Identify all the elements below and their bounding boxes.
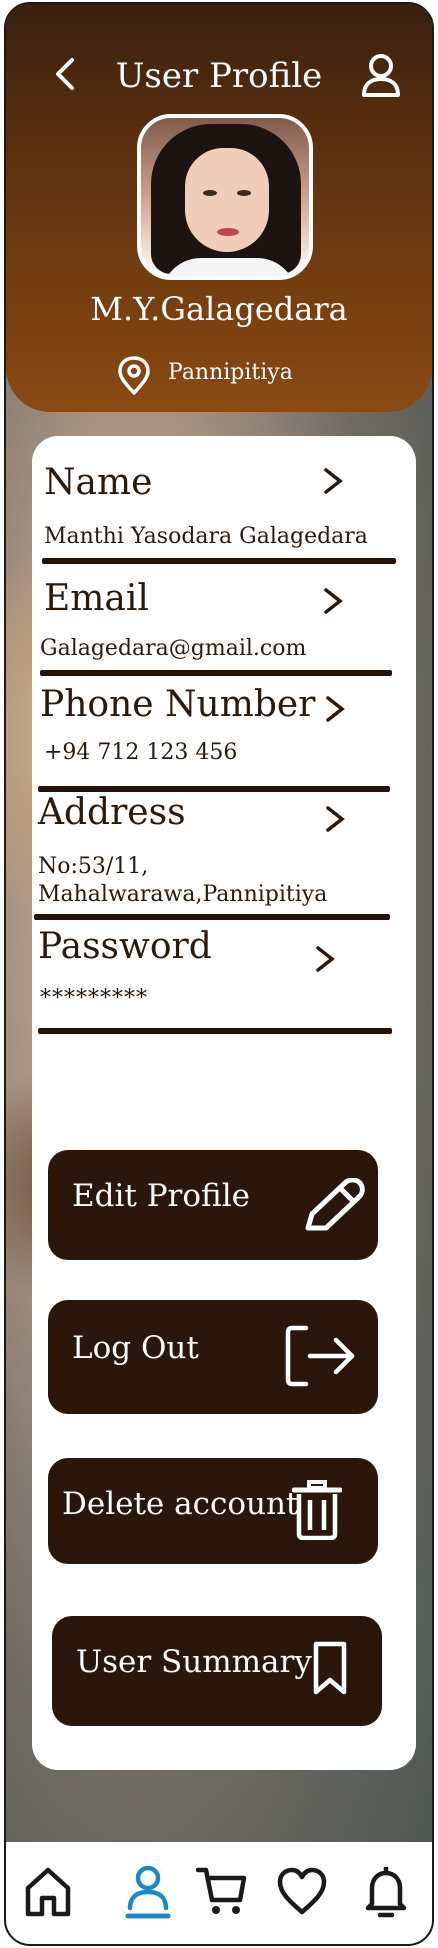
chevron-right-icon <box>326 696 345 722</box>
delete-account-button[interactable]: Delete account <box>48 1458 378 1564</box>
field-label: Password <box>38 926 212 967</box>
trash-icon <box>292 1480 342 1540</box>
avatar-eye <box>203 190 217 196</box>
user-icon[interactable] <box>122 1864 174 1920</box>
profile-header: User Profile M.Y.Galagedara Pannipitiya <box>6 4 432 412</box>
map-pin-icon <box>118 356 150 395</box>
avatar <box>137 114 313 280</box>
cart-icon[interactable] <box>196 1864 248 1920</box>
field-value: Galagedara@gmail.com <box>40 636 307 661</box>
field-email[interactable]: Email Galagedara@gmail.com <box>32 566 416 676</box>
button-label: Log Out <box>72 1330 199 1366</box>
field-phone-number[interactable]: Phone Number +94 712 123 456 <box>32 678 416 788</box>
divider <box>34 914 390 920</box>
button-label: Edit Profile <box>72 1178 250 1214</box>
bookmark-icon <box>313 1641 347 1695</box>
field-label: Address <box>38 792 186 833</box>
chevron-right-icon <box>316 946 335 972</box>
logout-icon <box>285 1325 355 1387</box>
field-label: Name <box>44 462 153 503</box>
location-text: Pannipitiya <box>168 360 293 385</box>
field-password[interactable]: Password ********* <box>32 922 416 1032</box>
home-icon[interactable] <box>22 1864 74 1920</box>
field-label: Phone Number <box>40 684 316 725</box>
button-label: User Summary <box>76 1644 312 1680</box>
app-frame: User Profile M.Y.Galagedara Pannipitiya … <box>4 2 434 1946</box>
pencil-icon <box>305 1178 365 1231</box>
field-address[interactable]: Address No:53/11, Mahalwarawa,Pannipitiy… <box>32 792 416 912</box>
chevron-right-icon <box>324 588 343 614</box>
button-label: Delete account <box>62 1486 299 1522</box>
chevron-right-icon <box>324 468 343 494</box>
heart-icon[interactable] <box>276 1864 328 1920</box>
field-name[interactable]: Name Manthi Yasodara Galagedara <box>32 436 416 566</box>
field-value: ********* <box>40 986 148 1011</box>
log-out-button[interactable]: Log Out <box>48 1300 378 1414</box>
field-value-line2: Mahalwarawa,Pannipitiya <box>38 882 328 907</box>
profile-card: Name Manthi Yasodara Galagedara Email Ga… <box>32 436 416 1770</box>
bell-icon[interactable] <box>360 1864 412 1920</box>
field-value: Manthi Yasodara Galagedara <box>44 524 368 549</box>
divider <box>42 558 396 564</box>
user-icon[interactable] <box>360 52 402 98</box>
chevron-right-icon <box>326 806 345 832</box>
edit-profile-button[interactable]: Edit Profile <box>48 1150 378 1260</box>
field-value: +94 712 123 456 <box>44 740 238 765</box>
display-name: M.Y.Galagedara <box>90 290 348 328</box>
divider <box>38 1028 392 1034</box>
bottom-navbar <box>6 1842 432 1944</box>
field-value-line1: No:53/11, <box>38 854 149 879</box>
avatar-eye <box>237 190 251 196</box>
field-label: Email <box>44 578 149 619</box>
avatar-lips <box>217 228 239 236</box>
avatar-face <box>185 148 269 252</box>
divider <box>40 670 392 676</box>
user-summary-button[interactable]: User Summary <box>52 1616 382 1726</box>
